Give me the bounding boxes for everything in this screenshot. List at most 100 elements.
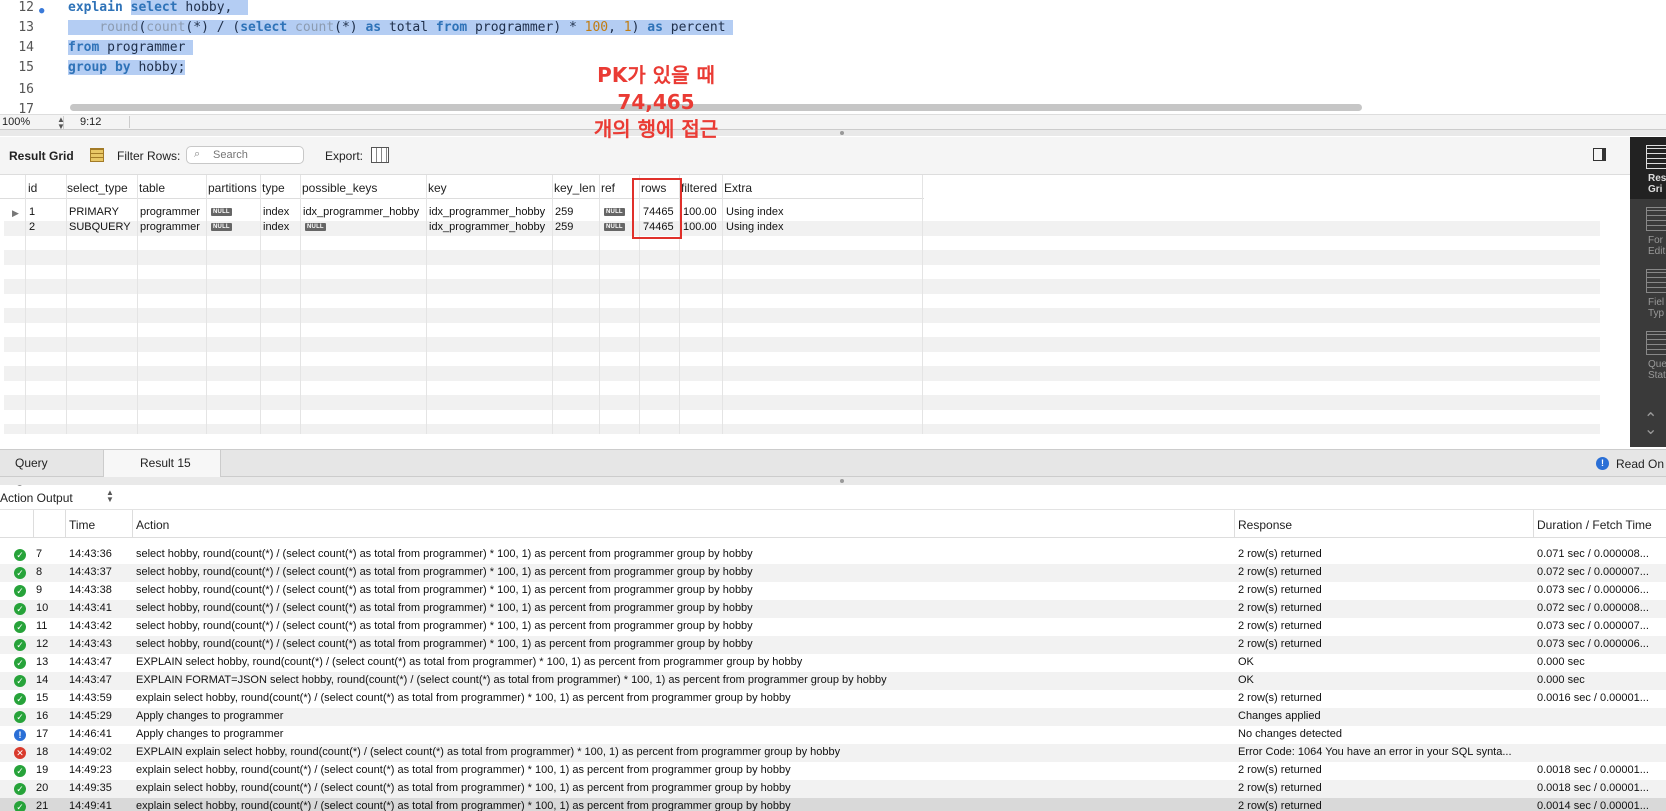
log-row[interactable]: ✓ 21 14:49:41 explain select hobby, round(c… [0, 798, 1666, 811]
log-row[interactable]: ✕ 18 14:49:02 EXPLAIN explain select hobby,… [0, 744, 1666, 762]
column-divider [260, 175, 261, 434]
cell-filtered[interactable]: 100.00 [683, 206, 717, 218]
log-row[interactable]: ✓ 13 14:43:47 EXPLAIN select hobby, round(c… [0, 654, 1666, 672]
column-header-response[interactable]: Response [1238, 518, 1292, 532]
zoom-selector[interactable]: 100% ▲ ▼ [2, 116, 65, 131]
sidebar-item-query-stats[interactable]: Que Stat [1630, 323, 1666, 385]
code-line-12[interactable]: 12 ● explain select hobby, [0, 0, 1666, 18]
log-row[interactable]: ✓ 7 14:43:36 select hobby, round(count(*) /… [0, 546, 1666, 564]
cell-type[interactable]: index [263, 206, 289, 218]
column-header-partitions[interactable]: partitions [208, 181, 257, 195]
code-line-13[interactable]: 13 round(count(*) / (select count(*) as … [0, 17, 1666, 38]
sidebar-item-result-grid[interactable]: Resu Gri [1630, 137, 1666, 199]
column-header-type[interactable]: type [262, 181, 285, 195]
cell-select-type[interactable]: PRIMARY [69, 206, 119, 218]
sidebar-item-label: Resu Gri [1648, 173, 1666, 195]
column-header-extra[interactable]: Extra [724, 181, 752, 195]
log-cell-response: 2 row(s) returned [1238, 620, 1322, 632]
grid-view-icon[interactable] [90, 148, 104, 162]
chevron-scroll-icon[interactable]: ⌃ ⌄ [1644, 412, 1657, 438]
grid-row-empty [4, 308, 1600, 323]
cell-type[interactable]: index [263, 221, 289, 233]
result-grid[interactable]: id select_type table partitions type pos… [0, 175, 1630, 434]
export-icon[interactable] [371, 147, 389, 163]
log-row[interactable]: ✓ 9 14:43:38 select hobby, round(count(*) /… [0, 582, 1666, 600]
log-row[interactable]: ✓ 15 14:43:59 explain select hobby, round(c… [0, 690, 1666, 708]
log-row[interactable]: ✓ 12 14:43:43 select hobby, round(count(*) … [0, 636, 1666, 654]
log-row[interactable]: ✓ 11 14:43:42 select hobby, round(count(*) … [0, 618, 1666, 636]
cell-ref[interactable]: NULL [604, 221, 625, 233]
cell-partitions[interactable]: NULL [211, 221, 232, 233]
cell-id[interactable]: 2 [29, 221, 35, 233]
log-row[interactable]: ! 17 14:46:41 Apply changes to programmer No… [0, 726, 1666, 744]
success-check-icon: ✓ [14, 603, 26, 615]
grid-row-empty [4, 279, 1600, 294]
cell-table[interactable]: programmer [140, 206, 200, 218]
log-cell-action: Apply changes to programmer [136, 710, 284, 722]
cell-id[interactable]: 1 [29, 206, 35, 218]
export-label: Export: [325, 149, 364, 163]
sidebar-item-form-editor[interactable]: For Edit [1630, 199, 1666, 261]
grid-row[interactable] [4, 221, 1600, 236]
log-cell-action: select hobby, round(count(*) / (select c… [136, 620, 753, 632]
cell-extra[interactable]: Using index [726, 206, 783, 218]
grid-row[interactable] [4, 206, 1600, 221]
log-cell-response: 2 row(s) returned [1238, 584, 1322, 596]
cell-key[interactable]: idx_programmer_hobby [429, 206, 545, 218]
log-row[interactable]: ✓ 16 14:45:29 Apply changes to programmer Ch… [0, 708, 1666, 726]
grid-row-empty [4, 395, 1600, 410]
line-number: 13 [18, 20, 34, 35]
column-header-time[interactable]: Time [69, 518, 95, 532]
log-cell-time: 14:43:47 [69, 656, 112, 668]
column-header-filtered[interactable]: filtered [681, 181, 717, 195]
log-row[interactable]: ✓ 19 14:49:23 explain select hobby, round(c… [0, 762, 1666, 780]
log-row[interactable]: ✓ 8 14:43:37 select hobby, round(count(*) /… [0, 564, 1666, 582]
cell-filtered[interactable]: 100.00 [683, 221, 717, 233]
toggle-side-panel-icon[interactable] [1593, 148, 1606, 161]
column-header-table[interactable]: table [139, 181, 165, 195]
sql-editor[interactable]: 12 ● explain select hobby, 13 round(coun… [0, 0, 1666, 114]
output-splitter[interactable] [0, 477, 1666, 485]
log-cell-number: 12 [36, 638, 49, 650]
success-check-icon: ✓ [14, 639, 26, 651]
success-check-icon: ✓ [14, 693, 26, 705]
column-divider [922, 175, 923, 434]
cell-key-len[interactable]: 259 [555, 206, 573, 218]
cell-table[interactable]: programmer [140, 221, 200, 233]
editor-results-splitter[interactable] [0, 130, 1666, 136]
field-types-icon [1646, 269, 1666, 293]
cell-select-type[interactable]: SUBQUERY [69, 221, 131, 233]
cell-key[interactable]: idx_programmer_hobby [429, 221, 545, 233]
cell-extra[interactable]: Using index [726, 221, 783, 233]
log-row[interactable]: ✓ 10 14:43:41 select hobby, round(count(*) … [0, 600, 1666, 618]
log-row[interactable]: ✓ 20 14:49:35 explain select hobby, round(c… [0, 780, 1666, 798]
action-output-log[interactable]: Time Action Response Duration / Fetch Ti… [0, 510, 1666, 811]
sidebar-item-label: Fiel Typ [1648, 297, 1665, 319]
action-output-selector[interactable]: Action Output [0, 491, 73, 505]
zoom-level: 100% [2, 116, 31, 128]
log-row[interactable]: ✓ 14 14:43:47 EXPLAIN FORMAT=JSON select ho… [0, 672, 1666, 690]
column-header-select-type[interactable]: select_type [67, 181, 128, 195]
code-line-15[interactable]: 15 group by hobby; [0, 57, 1666, 78]
column-header-key-len[interactable]: key_len [554, 181, 595, 195]
cell-possible-keys[interactable]: idx_programmer_hobby [303, 206, 419, 218]
filter-rows-label: Filter Rows: [117, 149, 181, 163]
cell-key-len[interactable]: 259 [555, 221, 573, 233]
filter-search-box[interactable]: ⌕ [186, 146, 304, 164]
filter-search-input[interactable] [213, 149, 299, 161]
column-header-ref[interactable]: ref [601, 181, 615, 195]
column-header-key[interactable]: key [428, 181, 447, 195]
updown-arrows-icon[interactable]: ▲ ▼ [106, 489, 114, 504]
sidebar-item-field-types[interactable]: Fiel Typ [1630, 261, 1666, 323]
tab-result-15[interactable]: Result 15 [104, 450, 221, 477]
column-header-id[interactable]: id [28, 181, 37, 195]
cell-ref[interactable]: NULL [604, 206, 625, 218]
column-header-duration[interactable]: Duration / Fetch Time [1537, 518, 1652, 532]
column-header-action[interactable]: Action [136, 518, 169, 532]
cell-possible-keys[interactable]: NULL [305, 221, 326, 233]
code-line-14[interactable]: 14 from programmer [0, 37, 1666, 58]
cell-partitions[interactable]: NULL [211, 206, 232, 218]
code-line-16[interactable]: 16 [0, 79, 1666, 100]
tab-query-output[interactable]: Query Output [0, 450, 104, 497]
column-header-possible-keys[interactable]: possible_keys [302, 181, 377, 195]
